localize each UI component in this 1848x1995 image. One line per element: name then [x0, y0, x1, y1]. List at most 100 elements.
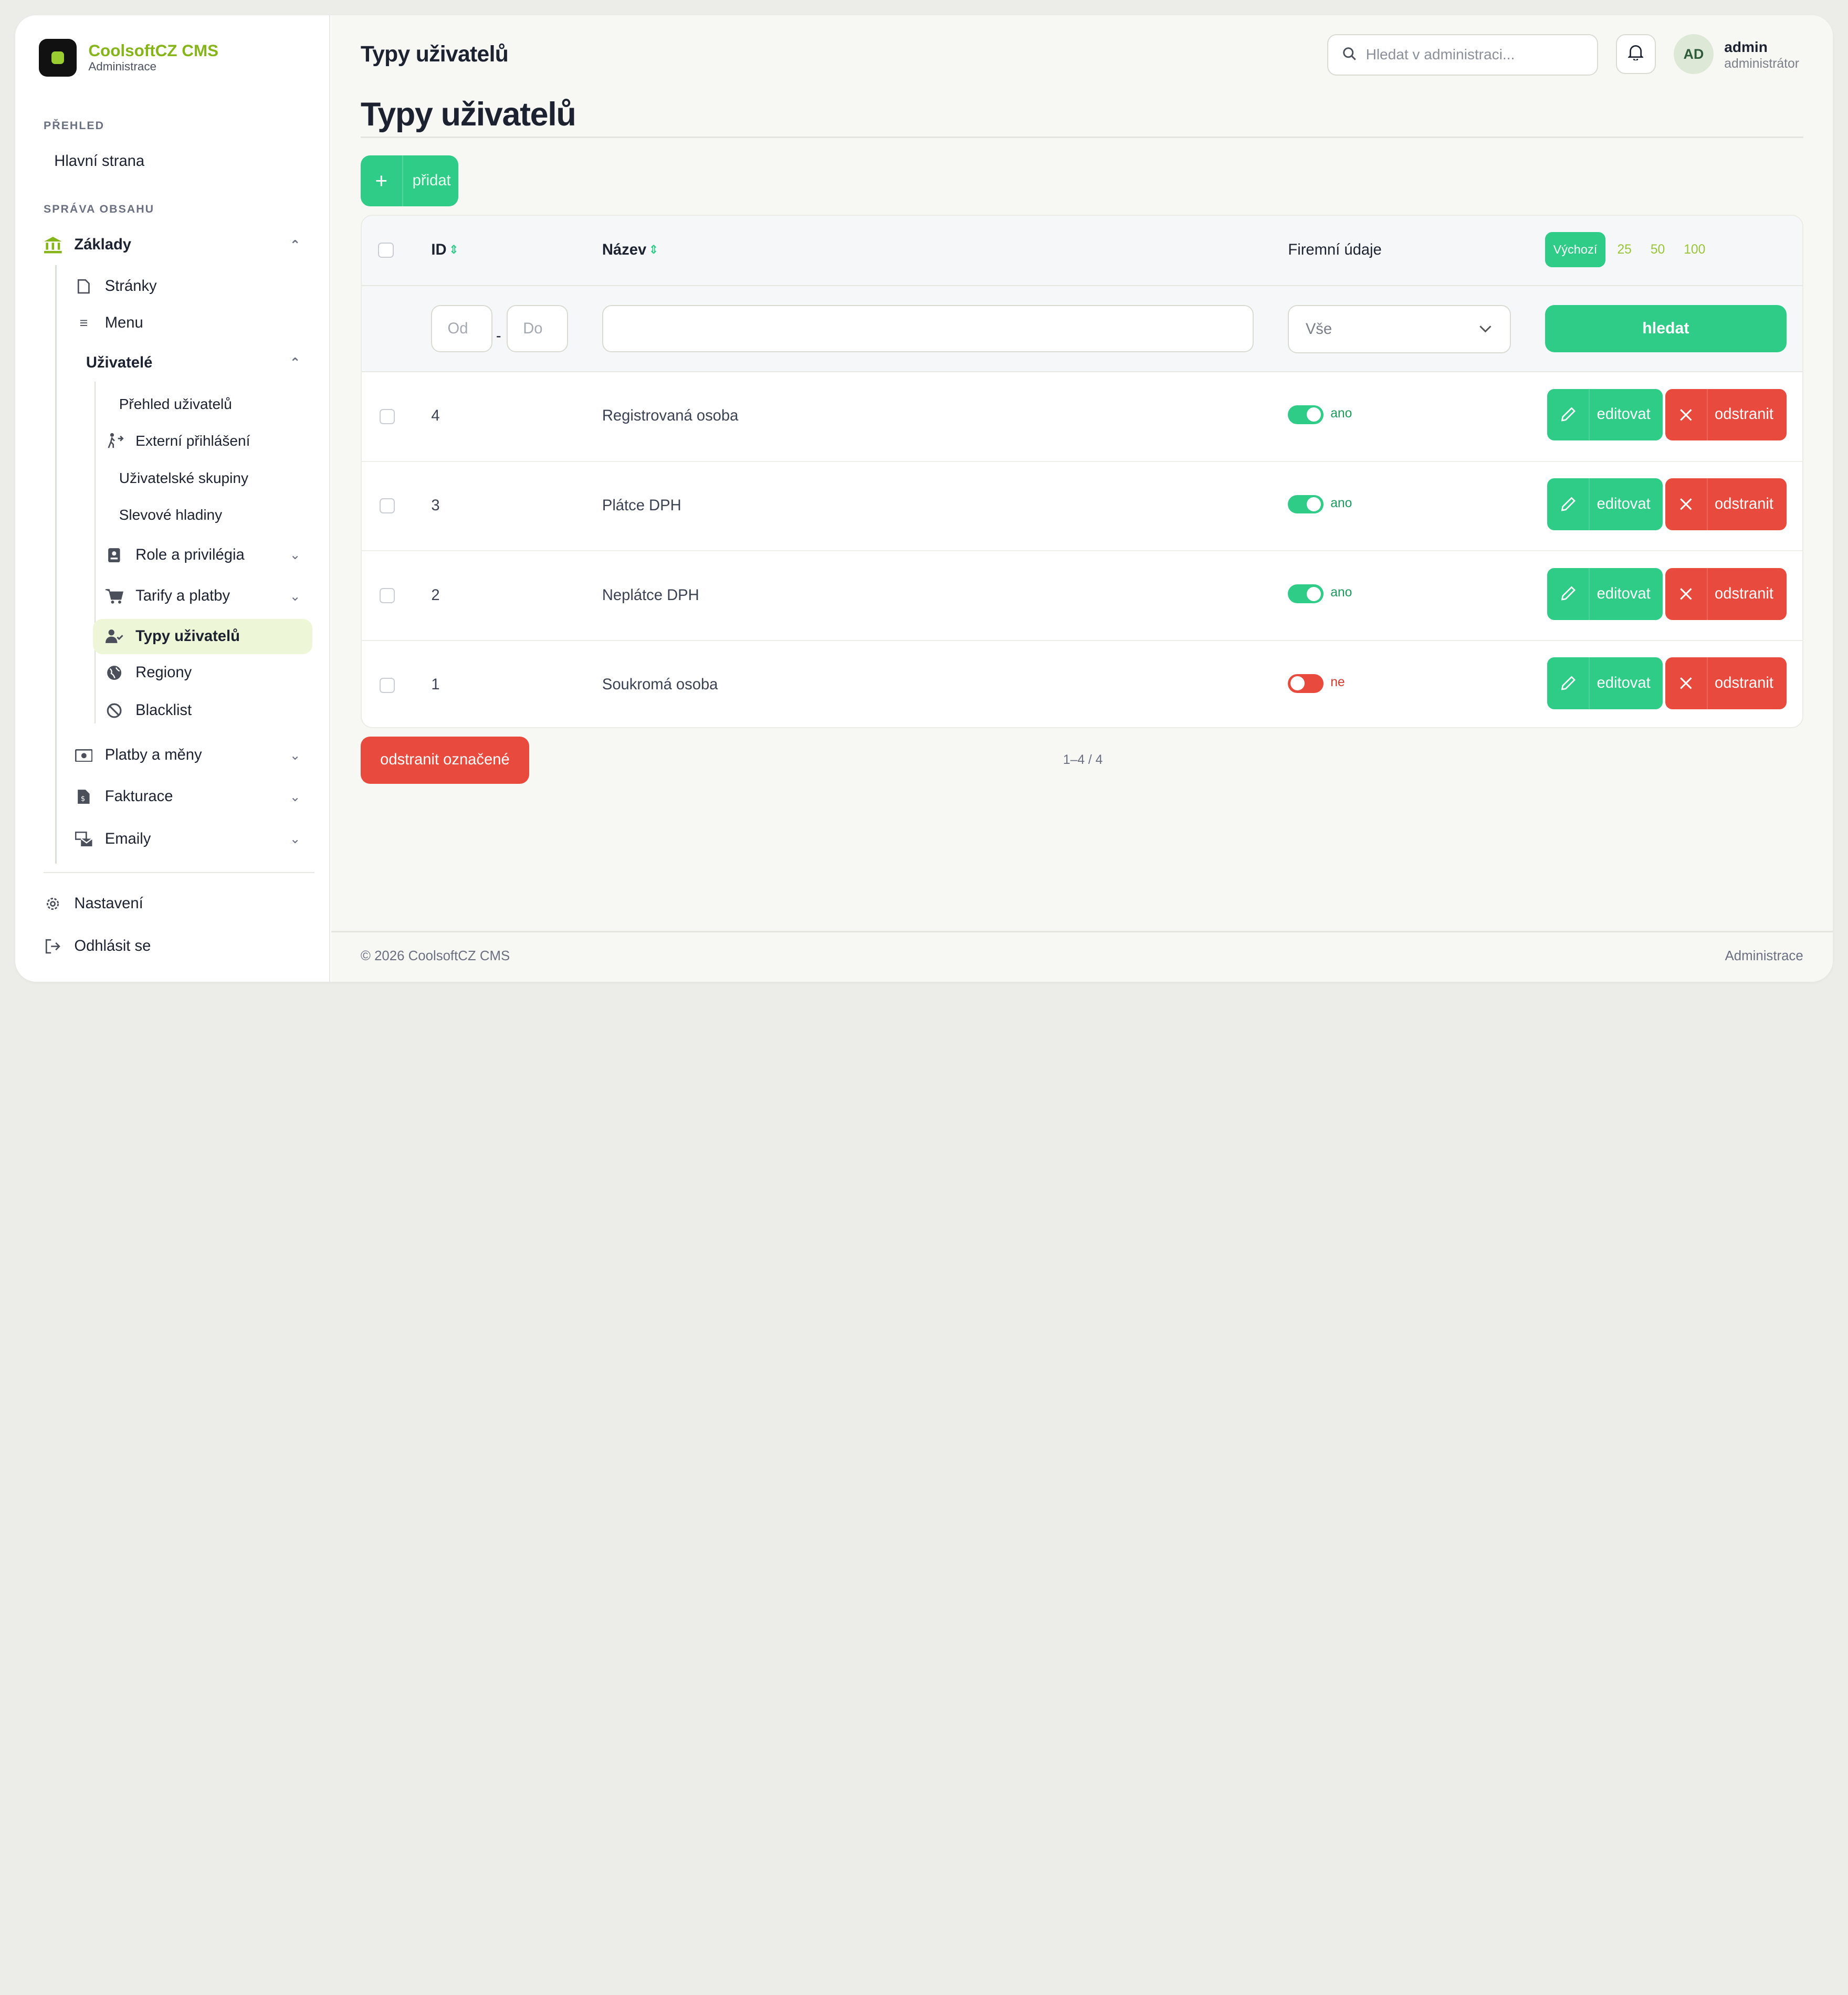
brand[interactable]: CoolsoftCZ CMS Administrace [39, 39, 218, 77]
sidebar-item-externi-prihlaseni[interactable]: Externí přihlášení [105, 423, 250, 458]
column-header-id[interactable]: ID ⇕ [431, 242, 458, 259]
mail-bulk-icon [74, 830, 93, 848]
edit-button[interactable]: editovat [1547, 657, 1663, 710]
pencil-icon [1547, 657, 1590, 710]
money-icon [74, 746, 93, 765]
company-toggle[interactable] [1288, 584, 1324, 604]
topbar-title: Typy uživatelů [360, 41, 509, 67]
section-overview-label: PŘEHLED [44, 119, 105, 132]
sidebar-item-label: Platby a měny [104, 747, 202, 764]
user-name[interactable]: admin [1724, 39, 1768, 56]
sidebar-item-odhlasit[interactable]: Odhlásit se [44, 929, 151, 964]
sidebar-item-platby[interactable]: Platby a měny ⌄ [74, 738, 300, 773]
sidebar-item-blacklist[interactable]: Blacklist [105, 693, 192, 728]
sidebar-item-menu[interactable]: ≡ Menu [74, 305, 143, 340]
page-size-50[interactable]: 50 [1651, 243, 1665, 257]
sidebar-item-fakturace[interactable]: $ Fakturace ⌄ [74, 779, 300, 814]
id-from-input[interactable] [431, 305, 493, 352]
sidebar: CoolsoftCZ CMS Administrace PŘEHLED Hlav… [15, 15, 330, 982]
row-name: Registrovaná osoba [602, 407, 739, 425]
sidebar-item-role[interactable]: Role a privilégia ⌄ [105, 538, 301, 573]
name-filter-input[interactable] [602, 305, 1254, 352]
svg-text:$: $ [81, 795, 86, 803]
chevron-down-icon: ⌄ [289, 790, 301, 804]
delete-button-label: odstranit [1715, 406, 1773, 423]
company-toggle[interactable] [1288, 405, 1324, 424]
search-box[interactable] [1327, 34, 1599, 76]
notifications-button[interactable] [1615, 34, 1656, 75]
row-checkbox[interactable] [379, 677, 395, 693]
id-to-input[interactable] [507, 305, 568, 352]
delete-button-label: odstranit [1715, 675, 1773, 692]
sidebar-item-prehled-uzivatelu[interactable]: Přehled uživatelů [119, 386, 232, 422]
range-dash: - [496, 327, 501, 344]
avatar[interactable]: AD [1673, 34, 1714, 75]
column-label: Název [602, 241, 647, 258]
search-icon [1342, 44, 1357, 66]
column-header-name[interactable]: Název ⇕ [602, 242, 659, 259]
sidebar-item-uzivatelske-skupiny[interactable]: Uživatelské skupiny [119, 461, 248, 496]
edit-button[interactable]: editovat [1547, 478, 1663, 530]
sidebar-item-regiony[interactable]: Regiony [105, 655, 192, 690]
table-row: 3 Plátce DPH ano editovat odstranit [361, 462, 1802, 552]
edit-button[interactable]: editovat [1547, 568, 1663, 620]
page-size-selector: Výchozí 25 50 100 [1545, 232, 1725, 268]
sidebar-item-slevove-hladiny[interactable]: Slevové hladiny [119, 497, 222, 532]
row-name: Plátce DPH [602, 497, 681, 514]
company-filter-select[interactable]: Vše [1288, 305, 1511, 354]
footer-copyright: © 2026 CoolsoftCZ CMS [360, 949, 510, 964]
page-size-default[interactable]: Výchozí [1545, 232, 1606, 268]
cart-icon [105, 587, 124, 606]
edit-button[interactable]: editovat [1547, 388, 1663, 441]
sidebar-item-typy-uzivatelu[interactable]: Typy uživatelů [93, 618, 312, 654]
sidebar-item-label: Typy uživatelů [135, 627, 240, 645]
company-toggle[interactable] [1288, 495, 1324, 514]
sidebar-item-label: Slevové hladiny [119, 507, 223, 523]
row-checkbox[interactable] [379, 408, 395, 424]
row-name: Soukromá osoba [602, 676, 718, 694]
delete-marked-button[interactable]: odstranit označené [360, 737, 529, 784]
delete-button[interactable]: odstranit [1665, 657, 1787, 710]
page-size-100[interactable]: 100 [1684, 243, 1705, 257]
delete-button[interactable]: odstranit [1665, 388, 1787, 441]
delete-button[interactable]: odstranit [1665, 568, 1787, 620]
company-toggle[interactable] [1288, 674, 1324, 693]
table-row: 4 Registrovaná osoba ano editovat odstra… [361, 372, 1802, 462]
row-id: 2 [431, 586, 440, 604]
column-label: ID [431, 241, 447, 258]
select-value: Vše [1305, 320, 1332, 338]
delete-button-label: odstranit [1715, 496, 1773, 513]
pagination-count: 1–4 / 4 [1063, 753, 1103, 768]
row-checkbox[interactable] [379, 587, 395, 604]
row-checkbox[interactable] [379, 498, 395, 514]
sidebar-item-label: Hlavní strana [54, 153, 145, 170]
main-content: Typy uživatelů AD admin administrátor Ty… [331, 15, 1833, 982]
chevron-down-icon: ⌄ [289, 832, 301, 847]
sidebar-item-emaily[interactable]: Emaily ⌄ [74, 822, 300, 857]
sidebar-item-label: Fakturace [104, 788, 173, 805]
chevron-down-icon: ⌄ [289, 548, 301, 563]
sidebar-item-label: Uživatelé [86, 354, 153, 371]
walk-in-icon [105, 432, 124, 450]
delete-button[interactable]: odstranit [1665, 478, 1787, 530]
pencil-icon [1547, 388, 1590, 441]
search-input[interactable] [1366, 46, 1590, 64]
sidebar-item-label: Externí přihlášení [135, 432, 250, 449]
sidebar-item-label: Tarify a platby [135, 587, 230, 605]
sidebar-item-zaklady[interactable]: Základy ⌃ [44, 227, 300, 262]
delete-button-label: odstranit [1715, 585, 1773, 602]
sidebar-item-home[interactable]: Hlavní strana [54, 144, 144, 179]
sidebar-item-stranky[interactable]: Stránky [74, 269, 157, 304]
page-size-25[interactable]: 25 [1617, 243, 1631, 257]
sort-icon: ⇕ [449, 243, 459, 257]
add-button[interactable]: + přidat [360, 155, 459, 206]
sidebar-item-uzivatele[interactable]: Uživatelé ⌃ [86, 345, 301, 381]
sidebar-item-nastaveni[interactable]: Nastavení [44, 886, 143, 921]
plus-icon: + [361, 155, 403, 206]
add-button-label: přidat [412, 172, 451, 190]
select-all-checkbox[interactable] [378, 243, 394, 258]
sidebar-item-tarify[interactable]: Tarify a platby ⌄ [105, 579, 300, 614]
chevron-down-icon: ⌄ [289, 748, 301, 763]
search-button[interactable]: hledat [1545, 305, 1787, 352]
edit-button-label: editovat [1597, 585, 1651, 602]
